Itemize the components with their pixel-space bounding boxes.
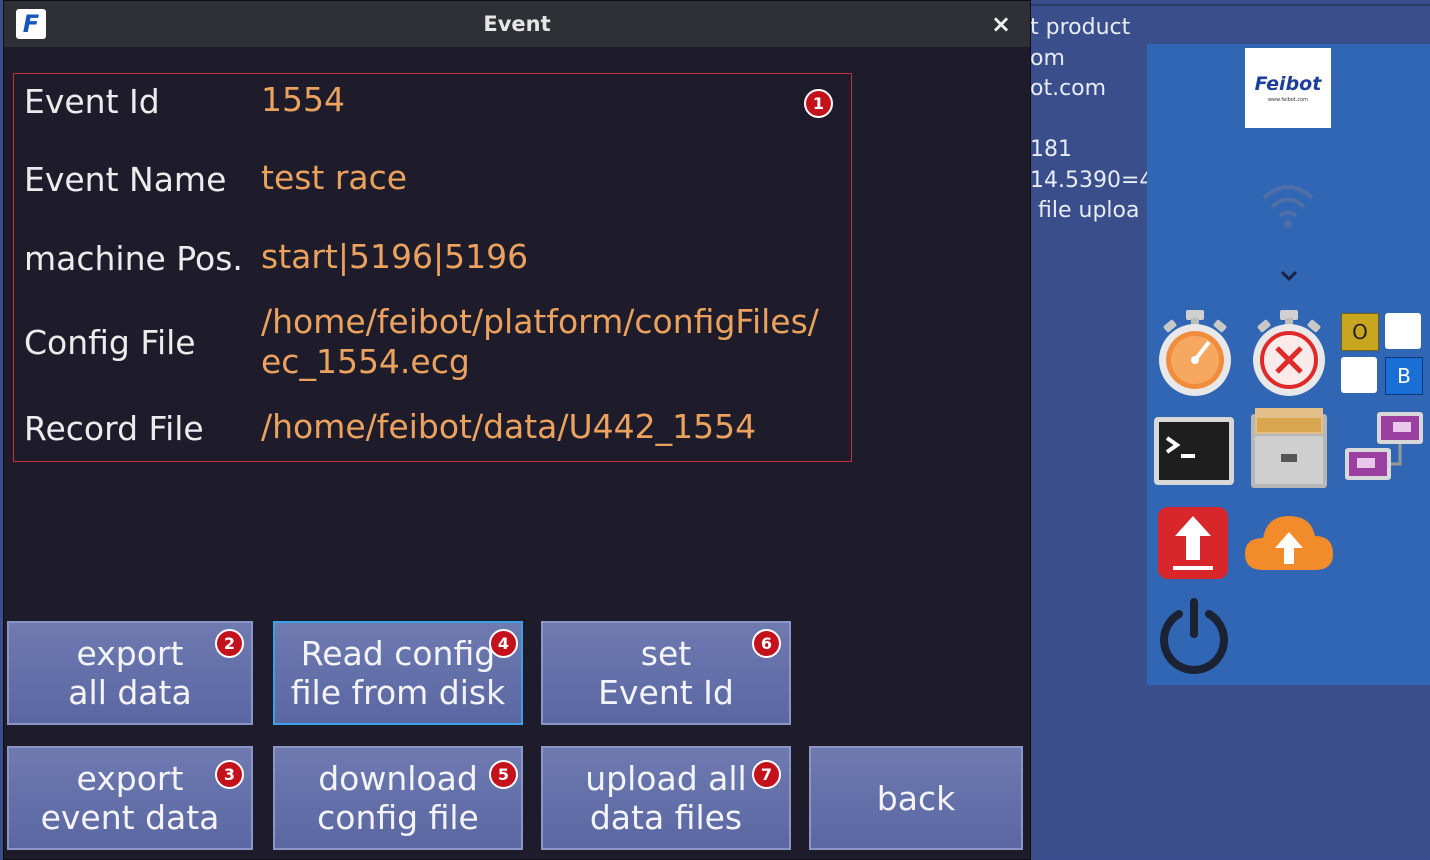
button-label-line: set — [640, 634, 692, 673]
button-label-line: upload all — [585, 759, 747, 798]
tile-blank — [1341, 357, 1377, 393]
file-cabinet-icon[interactable] — [1249, 406, 1329, 490]
annotation-badge-7: 7 — [752, 760, 781, 789]
chevron-down-icon[interactable] — [1280, 270, 1298, 282]
config-file-value-line2: ec_1554.ecg — [261, 342, 470, 381]
button-label-line: export — [76, 634, 184, 673]
button-label-line: file from disk — [290, 673, 506, 712]
feibot-logo: Feibot www.feibot.com — [1245, 48, 1331, 128]
tile-b: B — [1385, 357, 1423, 395]
event-id-label: Event Id — [24, 82, 160, 121]
cloud-upload-icon[interactable] — [1243, 510, 1335, 574]
bg-text-line: file uploa — [1038, 198, 1140, 223]
config-file-value-line1: /home/feibot/platform/configFiles/ — [261, 302, 819, 341]
event-name-label: Event Name — [24, 160, 227, 199]
annotation-badge-6: 6 — [752, 629, 781, 658]
desktop-divider — [1030, 4, 1430, 6]
annotation-badge-3: 3 — [215, 760, 244, 789]
machine-pos-label: machine Pos. — [24, 239, 243, 278]
record-file-value: /home/feibot/data/U442_1554 — [261, 407, 757, 446]
window-title: Event — [483, 12, 551, 36]
upload-icon[interactable] — [1157, 506, 1229, 580]
button-label-line: export — [76, 759, 184, 798]
network-icon[interactable] — [1343, 410, 1425, 490]
button-label-line: event data — [40, 798, 220, 837]
app-icon-letter: F — [22, 10, 40, 38]
button-label-line: download — [318, 759, 478, 798]
event-id-value: 1554 — [261, 80, 345, 119]
power-icon[interactable] — [1157, 598, 1231, 674]
event-info-panel: Event Id 1554 Event Name test race machi… — [13, 73, 852, 462]
event-name-value: test race — [261, 158, 408, 197]
export-event-data-button[interactable]: export event data — [7, 746, 253, 850]
launcher-panel: Feibot www.feibot.com O B — [1147, 44, 1430, 685]
bg-text-line: ot.com — [1030, 76, 1107, 101]
wifi-icon[interactable] — [1260, 178, 1316, 234]
logo-url: www.feibot.com — [1267, 97, 1309, 103]
close-icon[interactable]: × — [986, 9, 1016, 39]
upload-all-data-files-button[interactable]: upload all data files — [541, 746, 791, 850]
bg-text-line: om — [1030, 46, 1065, 71]
annotation-badge-1: 1 — [804, 89, 833, 118]
machine-pos-value: start|5196|5196 — [261, 237, 529, 276]
button-label-line: config file — [317, 798, 479, 837]
annotation-badge-4: 4 — [489, 629, 518, 658]
button-label-line: Event Id — [598, 673, 734, 712]
button-label-line: all data — [68, 673, 192, 712]
app-icon: F — [16, 9, 46, 39]
config-file-label: Config File — [24, 323, 196, 362]
button-label-line: data files — [589, 798, 743, 837]
annotation-badge-5: 5 — [489, 760, 518, 789]
event-window: Event F × Event Id 1554 Event Name test … — [3, 0, 1031, 860]
button-label-line: Read config — [300, 634, 496, 673]
tile-o: O — [1341, 313, 1379, 351]
ob-tiles-icon[interactable]: O B — [1341, 313, 1427, 395]
annotation-badge-2: 2 — [215, 629, 244, 658]
terminal-icon[interactable] — [1153, 416, 1235, 486]
stopwatch-cancel-icon[interactable] — [1249, 308, 1329, 398]
record-file-label: Record File — [24, 409, 204, 448]
tile-blank — [1385, 313, 1421, 349]
title-bar: Event F × — [4, 1, 1030, 47]
download-config-file-button[interactable]: download config file — [273, 746, 523, 850]
stopwatch-icon[interactable] — [1155, 308, 1235, 398]
bg-text-line: 181 — [1030, 137, 1072, 162]
bg-text-line: 14.5390=4 — [1030, 168, 1154, 193]
bg-text-line: t product — [1030, 15, 1131, 40]
back-button[interactable]: back — [809, 746, 1023, 850]
read-config-file-button[interactable]: Read config file from disk — [273, 621, 523, 725]
logo-brand: Feibot — [1254, 73, 1322, 95]
